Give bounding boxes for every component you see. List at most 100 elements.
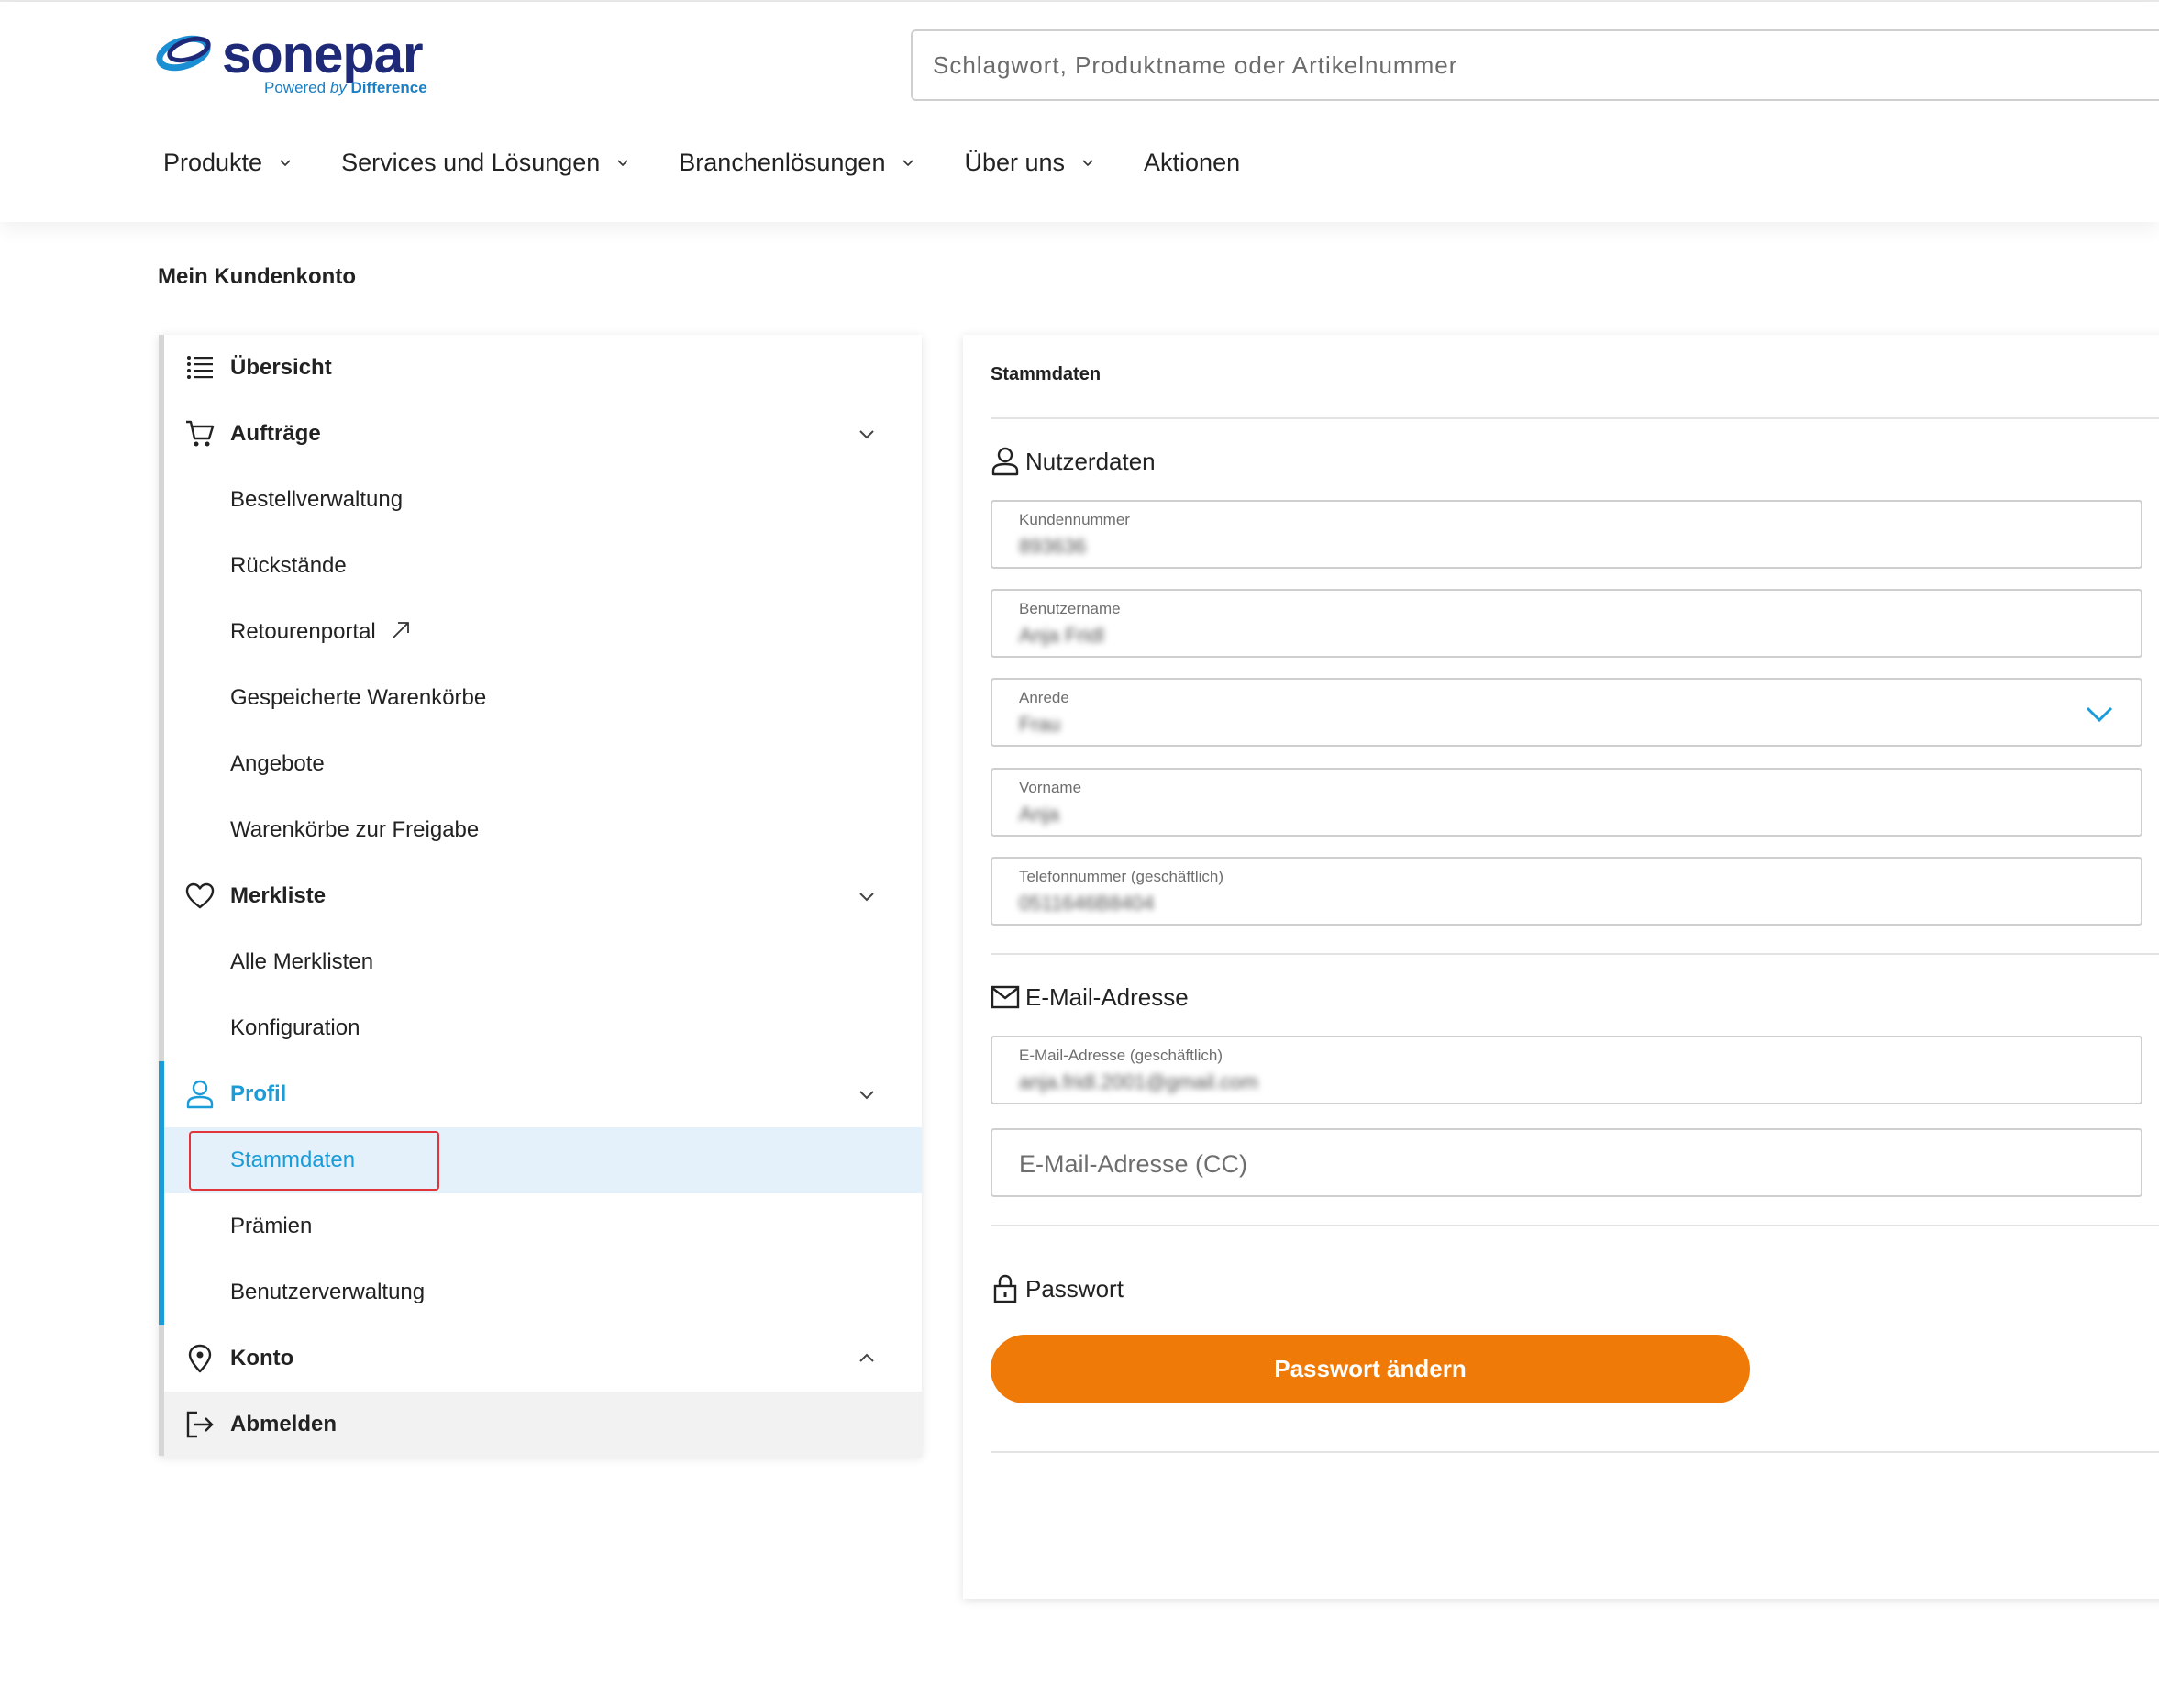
tagline-prefix: Powered <box>264 79 330 96</box>
nav-item-produkte[interactable]: Produkte <box>163 149 293 177</box>
highlight-box <box>189 1131 439 1191</box>
sidebar-item-merkliste[interactable]: Merkliste <box>159 863 922 929</box>
sidebar-item-angebote[interactable]: Angebote <box>159 731 922 797</box>
field-value: 0511646B8404 <box>1019 892 1155 915</box>
tagline-by: by <box>329 79 347 96</box>
divider <box>991 1225 2159 1226</box>
sidebar-item-auftraege[interactable]: Aufträge <box>159 401 922 467</box>
sidebar-item-label: Konto <box>230 1346 294 1370</box>
sidebar-item-label: Konfiguration <box>230 1015 360 1040</box>
sidebar-item-label: Gespeicherte Warenkörbe <box>230 685 487 710</box>
sidebar-item-retourenportal[interactable]: Retourenportal <box>159 599 922 665</box>
chevron-down-icon <box>617 160 628 167</box>
sidebar-item-label: Retourenportal <box>230 619 411 645</box>
field-placeholder: E-Mail-Adresse (CC) <box>1019 1150 1248 1178</box>
sidebar-item-label: Abmelden <box>230 1412 338 1436</box>
site-header: sonepar Powered by Difference Produkte S… <box>0 2 2159 222</box>
divider <box>991 417 2159 419</box>
field-value: anja.fridl.2001@gmail.com <box>1019 1070 1258 1093</box>
search-box <box>911 29 2159 101</box>
field-label: E-Mail-Adresse (geschäftlich) <box>1019 1047 1223 1064</box>
heart-icon <box>184 881 216 912</box>
mail-icon <box>991 982 1020 1012</box>
anrede-select[interactable]: Anrede Frau <box>991 678 2142 747</box>
sidebar-item-benutzerverwaltung[interactable]: Benutzerverwaltung <box>159 1259 922 1325</box>
chevron-down-icon <box>280 160 291 167</box>
field-label: Benutzername <box>1019 600 1121 617</box>
chevron-down-icon[interactable] <box>856 423 878 445</box>
sidebar-item-gespeicherte-warenkoerbe[interactable]: Gespeicherte Warenkörbe <box>159 665 922 731</box>
field-value: Frau <box>1019 713 1061 736</box>
nav-label: Über uns <box>964 148 1066 176</box>
field-value: Anja Fridl <box>1019 624 1104 647</box>
cart-icon <box>184 418 216 449</box>
sidebar-item-konto[interactable]: Konto <box>159 1325 922 1392</box>
list-icon <box>184 352 216 383</box>
field-label: Kundennummer <box>1019 511 1130 528</box>
field-label: Telefonnummer (geschäftlich) <box>1019 868 1223 885</box>
sidebar-item-praemien[interactable]: Prämien <box>159 1193 922 1259</box>
location-pin-icon <box>184 1343 216 1374</box>
vorname-field[interactable]: Vorname Anja <box>991 768 2142 837</box>
chevron-down-icon[interactable] <box>2084 700 2115 727</box>
benutzername-field[interactable]: Benutzername Anja Fridl <box>991 589 2142 658</box>
sidebar-item-alle-merklisten[interactable]: Alle Merklisten <box>159 929 922 995</box>
email-cc-field[interactable]: E-Mail-Adresse (CC) <box>991 1128 2142 1197</box>
field-label: Vorname <box>1019 779 1082 796</box>
sidebar-item-label: Angebote <box>230 751 325 776</box>
chevron-down-icon[interactable] <box>856 885 878 907</box>
sidebar-item-label: Aufträge <box>230 421 321 446</box>
section-heading-text: E-Mail-Adresse <box>1025 982 1189 1011</box>
brand-name: sonepar <box>222 25 424 84</box>
chevron-down-icon <box>1082 160 1093 167</box>
nav-label: Branchenlösungen <box>679 148 886 176</box>
sidebar-item-label: Übersicht <box>230 355 332 380</box>
sidebar-item-label: Prämien <box>230 1214 313 1238</box>
kundennummer-field[interactable]: Kundennummer 893636 <box>991 500 2142 569</box>
nav-item-aktionen[interactable]: Aktionen <box>1144 149 1240 177</box>
sidebar-item-bestellverwaltung[interactable]: Bestellverwaltung <box>159 467 922 533</box>
nav-item-branchenloesungen[interactable]: Branchenlösungen <box>679 149 916 177</box>
user-icon <box>184 1079 216 1110</box>
brand-tagline: Powered by Difference <box>264 79 427 97</box>
section-heading-passwort: Passwort <box>991 1274 1124 1303</box>
lock-icon <box>991 1274 1020 1303</box>
main-nav: Produkte Services und Lösungen Branchenl… <box>163 139 1288 185</box>
nav-item-ueber-uns[interactable]: Über uns <box>964 149 1096 177</box>
sidebar-item-label: Benutzerverwaltung <box>230 1280 426 1304</box>
sidebar-item-label: Rückstände <box>230 553 347 578</box>
chevron-up-icon[interactable] <box>856 1348 878 1370</box>
chevron-down-icon[interactable] <box>856 1083 878 1105</box>
sidebar-item-konfiguration[interactable]: Konfiguration <box>159 995 922 1061</box>
logout-icon <box>184 1409 216 1440</box>
sidebar-item-label: Alle Merklisten <box>230 949 374 974</box>
retourenportal-text: Retourenportal <box>230 619 376 644</box>
nav-label: Aktionen <box>1144 148 1241 176</box>
sidebar-item-rueckstaende[interactable]: Rückstände <box>159 533 922 599</box>
sidebar-item-abmelden[interactable]: Abmelden <box>164 1392 922 1458</box>
change-password-button[interactable]: Passwort ändern <box>991 1335 1750 1403</box>
sidebar-item-label: Merkliste <box>230 883 327 908</box>
divider <box>991 1451 2159 1453</box>
field-label: Anrede <box>1019 689 1069 706</box>
external-link-icon <box>393 622 410 638</box>
sonepar-logo-mark-icon <box>156 35 211 72</box>
sidebar-item-profil[interactable]: Profil <box>159 1061 922 1127</box>
sidebar-item-warenkoerbe-freigabe[interactable]: Warenkörbe zur Freigabe <box>159 797 922 863</box>
telefonnummer-field[interactable]: Telefonnummer (geschäftlich) 0511646B840… <box>991 857 2142 926</box>
section-heading-text: Passwort <box>1025 1274 1124 1303</box>
nav-label: Services und Lösungen <box>341 148 601 176</box>
email-field[interactable]: E-Mail-Adresse (geschäftlich) anja.fridl… <box>991 1036 2142 1104</box>
section-heading-nutzerdaten: Nutzerdaten <box>991 447 1156 476</box>
sonepar-logo[interactable]: sonepar Powered by Difference <box>156 25 440 99</box>
sidebar-item-label: Bestellverwaltung <box>230 487 404 512</box>
search-input[interactable] <box>913 31 2159 99</box>
user-icon <box>991 447 1020 476</box>
account-sidebar: Übersicht Aufträge Bestellverwaltung Rüc… <box>159 335 922 1458</box>
nav-item-services[interactable]: Services und Lösungen <box>341 149 631 177</box>
section-heading-email: E-Mail-Adresse <box>991 982 1189 1012</box>
panel-title: Stammdaten <box>991 364 1102 384</box>
sidebar-item-label: Warenkörbe zur Freigabe <box>230 817 480 842</box>
sidebar-item-uebersicht[interactable]: Übersicht <box>159 335 922 401</box>
divider <box>991 953 2159 955</box>
